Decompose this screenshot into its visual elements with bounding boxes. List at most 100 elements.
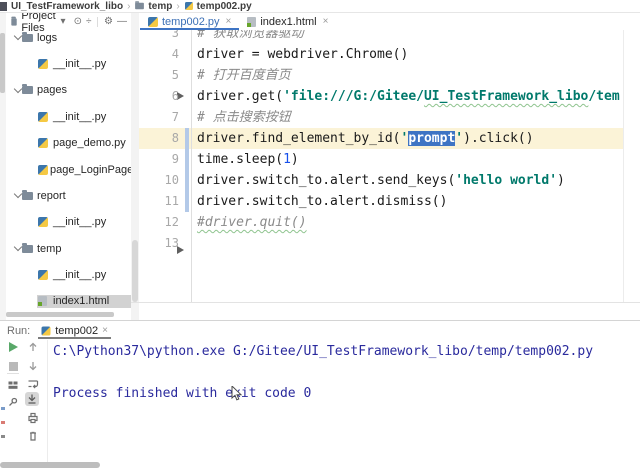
tree-item-label: logs [37, 32, 57, 44]
folder-icon [22, 192, 33, 200]
code-token: driver.switch_to.alert.dismiss() [197, 194, 447, 209]
tab-index1-html[interactable]: index1.html × [239, 13, 336, 30]
python-file-icon [148, 17, 158, 27]
close-icon[interactable]: × [225, 16, 231, 27]
project-icon [0, 2, 7, 11]
line-number: 13 [139, 233, 179, 254]
scroll-to-end-icon[interactable] [25, 392, 39, 406]
python-file-icon [38, 112, 48, 122]
code-line-5[interactable]: # 打开百度首页 [197, 65, 291, 86]
python-file-icon [38, 270, 48, 280]
run-tab-label: temp002 [55, 325, 98, 337]
breadcrumb: UI_TestFramework_libo › temp › temp002.p… [0, 0, 640, 13]
up-stack-trace-icon[interactable] [26, 340, 40, 354]
gutter-separator [191, 30, 192, 302]
tree-item-page-demo-py[interactable]: page_demo.py [6, 137, 131, 150]
chevron-expanded-icon[interactable] [14, 190, 22, 198]
pycharm-window: UI_TestFramework_libo › temp › temp002.p… [0, 0, 640, 469]
breadcrumb-project-label: UI_TestFramework_libo [11, 1, 123, 12]
code-line-7[interactable]: # 点击搜索按钮 [197, 107, 291, 128]
tree-item-label: temp [37, 243, 61, 255]
divider [97, 17, 98, 27]
pin-icon[interactable] [6, 395, 20, 409]
python-file-icon [185, 2, 193, 10]
project-horizontal-scrollbar-thumb[interactable] [6, 312, 114, 317]
locate-icon[interactable]: ⊙ [74, 17, 82, 27]
code-token: /tem [588, 89, 619, 104]
python-file-icon [38, 59, 48, 69]
code-token: 1 [283, 152, 291, 167]
code-line-12[interactable]: #driver.quit() [197, 212, 307, 233]
tree-item-temp[interactable]: temp [6, 242, 131, 255]
python-file-icon [38, 217, 48, 227]
html-file-icon [38, 296, 47, 306]
chevron-down-icon[interactable]: ▾ [61, 17, 66, 27]
soft-wrap-icon[interactable] [26, 377, 40, 391]
folder-icon [11, 18, 17, 25]
python-file-icon [42, 326, 51, 335]
line-number: 12 [139, 212, 179, 233]
tree-item-label: __init__.py [53, 111, 106, 123]
settings-gear-icon[interactable]: ⚙ [104, 17, 113, 27]
hide-panel-icon[interactable]: — [117, 17, 127, 27]
chevron-expanded-icon[interactable] [14, 85, 22, 93]
code-token: # 打开百度首页 [197, 68, 291, 83]
line-number: 5 [139, 65, 179, 86]
tree-item-pages[interactable]: pages [6, 84, 131, 97]
code-line-10[interactable]: driver.switch_to.alert.send_keys('hello … [197, 170, 565, 191]
stripe-scrollbar-thumb[interactable] [0, 33, 5, 93]
tab-temp002-py[interactable]: temp002.py × [140, 13, 239, 30]
code-editor[interactable]: 3# 获取浏览器驱动4driver = webdriver.Chrome()5#… [139, 30, 640, 302]
editor-scrollbar-track[interactable] [623, 30, 640, 302]
tree-item-label: __init__.py [53, 269, 106, 281]
folder-icon [136, 3, 145, 9]
breadcrumb-temp[interactable]: temp [134, 1, 172, 12]
tree-item--init-py[interactable]: __init__.py [6, 57, 131, 70]
console-horizontal-scrollbar-thumb[interactable] [0, 462, 100, 468]
line-number: 7 [139, 107, 179, 128]
python-file-icon [38, 138, 48, 148]
divider [7, 373, 19, 374]
stop-icon[interactable] [6, 359, 20, 373]
tree-item-page-loginpage-py[interactable]: page_LoginPage.py [6, 163, 131, 176]
clear-all-icon[interactable] [26, 429, 40, 443]
code-token: driver.switch_to.alert.send_keys( [197, 173, 455, 188]
code-line-11[interactable]: driver.switch_to.alert.dismiss() [197, 191, 447, 212]
active-tab-indicator [38, 337, 111, 339]
code-line-3[interactable]: # 获取浏览器驱动 [197, 30, 304, 44]
breadcrumb-project[interactable]: UI_TestFramework_libo [11, 1, 123, 12]
tree-item--init-py[interactable]: __init__.py [6, 268, 131, 281]
project-vertical-scrollbar-thumb[interactable] [132, 240, 138, 302]
code-line-8[interactable]: driver.find_element_by_id('prompt').clic… [197, 128, 534, 149]
console-output[interactable]: C:\Python37\python.exe G:/Gitee/UI_TestF… [53, 341, 593, 404]
close-icon[interactable]: × [323, 16, 329, 27]
breadcrumb-file[interactable]: temp002.py [184, 1, 252, 12]
code-line-6[interactable]: driver.get('file:///G:/Gitee/UI_TestFram… [197, 86, 620, 107]
down-stack-trace-icon[interactable] [26, 359, 40, 373]
chevron-expanded-icon[interactable] [14, 32, 22, 40]
code-line-4[interactable]: driver = webdriver.Chrome() [197, 44, 408, 65]
chevron-expanded-icon[interactable] [14, 243, 22, 251]
code-line-9[interactable]: time.sleep(1) [197, 149, 299, 170]
tab-label: index1.html [260, 16, 316, 28]
close-icon[interactable]: × [102, 325, 108, 336]
tree-item-label: report [37, 190, 66, 202]
line-number: 3 [139, 30, 179, 44]
run-tab-temp002[interactable]: temp002 × [38, 322, 111, 339]
editor-area: temp002.py × index1.html × 3# 获取浏览器驱动4dr… [139, 13, 640, 320]
tree-item-report[interactable]: report [6, 189, 131, 202]
collapse-all-icon[interactable]: ÷ [86, 17, 92, 27]
tree-item--init-py[interactable]: __init__.py [6, 110, 131, 123]
tree-item-logs[interactable]: logs [6, 31, 131, 44]
print-icon[interactable] [26, 411, 40, 425]
console-line: C:\Python37\python.exe G:/Gitee/UI_TestF… [53, 341, 593, 362]
tree-item-index1-html[interactable]: index1.html [6, 295, 131, 308]
tree-item--init-py[interactable]: __init__.py [6, 216, 131, 229]
line-number: 11 [139, 191, 179, 212]
folder-icon [22, 34, 33, 42]
restore-layout-icon[interactable] [6, 378, 20, 392]
project-tool-window: Project Files ▾ ⊙ ÷ ⚙ — logs__init__.pyp… [6, 13, 132, 320]
code-token: # 点击搜索按钮 [197, 110, 291, 125]
code-token: ).click() [463, 131, 533, 146]
rerun-icon[interactable] [6, 340, 20, 354]
